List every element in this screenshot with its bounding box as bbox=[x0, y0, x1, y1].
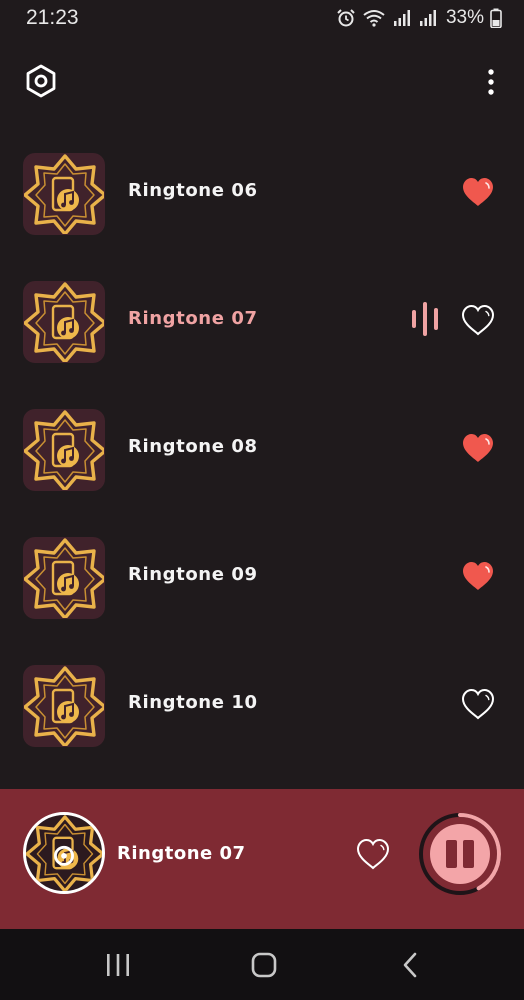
mini-player[interactable]: Ringtone 07 bbox=[0, 789, 524, 929]
recents-icon[interactable] bbox=[104, 952, 132, 978]
equalizer-icon bbox=[412, 302, 438, 336]
heart-outline-icon[interactable] bbox=[355, 837, 391, 871]
wifi-icon bbox=[363, 10, 385, 27]
music-phone-icon bbox=[24, 154, 104, 234]
heart-filled-icon[interactable] bbox=[460, 559, 496, 593]
alarm-icon bbox=[337, 9, 355, 27]
hexagon-settings-icon[interactable] bbox=[24, 64, 58, 98]
signal-icon-2 bbox=[419, 10, 436, 26]
ringtone-artwork bbox=[23, 153, 105, 235]
ringtone-title: Ringtone 06 bbox=[128, 180, 258, 201]
ringtone-item[interactable]: Ringtone 08 bbox=[0, 406, 524, 534]
ringtone-item[interactable]: Ringtone 10 bbox=[0, 662, 524, 790]
ringtone-artwork bbox=[23, 409, 105, 491]
heart-outline-icon[interactable] bbox=[460, 687, 496, 721]
ringtone-title: Ringtone 07 bbox=[128, 308, 258, 329]
heart-filled-icon[interactable] bbox=[460, 431, 496, 465]
ringtone-artwork bbox=[23, 281, 105, 363]
back-icon[interactable] bbox=[400, 951, 420, 979]
ringtone-artwork bbox=[23, 665, 105, 747]
battery-icon bbox=[490, 8, 502, 28]
heart-filled-icon[interactable] bbox=[460, 175, 496, 209]
ringtone-title: Ringtone 08 bbox=[128, 436, 258, 457]
status-icons: 33% bbox=[336, 7, 502, 29]
more-vertical-icon[interactable] bbox=[486, 68, 496, 96]
battery-percent: 33% bbox=[445, 7, 484, 28]
player-artwork bbox=[23, 812, 105, 894]
system-nav-bar bbox=[0, 929, 524, 1000]
ringtone-item[interactable]: Ringtone 07 bbox=[0, 278, 524, 406]
ringtone-artwork bbox=[23, 537, 105, 619]
home-icon[interactable] bbox=[250, 951, 278, 979]
play-pause-button[interactable] bbox=[417, 811, 503, 897]
pause-icon bbox=[446, 840, 457, 868]
music-phone-icon bbox=[26, 815, 102, 891]
ringtone-title: Ringtone 09 bbox=[128, 564, 258, 585]
music-phone-icon bbox=[24, 410, 104, 490]
ringtone-list: Ringtone 06 Ringtone 07 Ringtone 08 Ring… bbox=[0, 150, 524, 790]
ringtone-item[interactable]: Ringtone 09 bbox=[0, 534, 524, 662]
top-bar bbox=[0, 56, 524, 110]
music-phone-icon bbox=[24, 666, 104, 746]
music-phone-icon bbox=[24, 282, 104, 362]
status-bar: 21:23 33% bbox=[0, 0, 524, 36]
status-time: 21:23 bbox=[26, 6, 79, 29]
now-playing-title: Ringtone 07 bbox=[117, 843, 246, 864]
music-phone-icon bbox=[24, 538, 104, 618]
ringtone-title: Ringtone 10 bbox=[128, 692, 258, 713]
ringtone-item[interactable]: Ringtone 06 bbox=[0, 150, 524, 278]
signal-icon bbox=[393, 10, 410, 26]
heart-outline-icon[interactable] bbox=[460, 303, 496, 337]
